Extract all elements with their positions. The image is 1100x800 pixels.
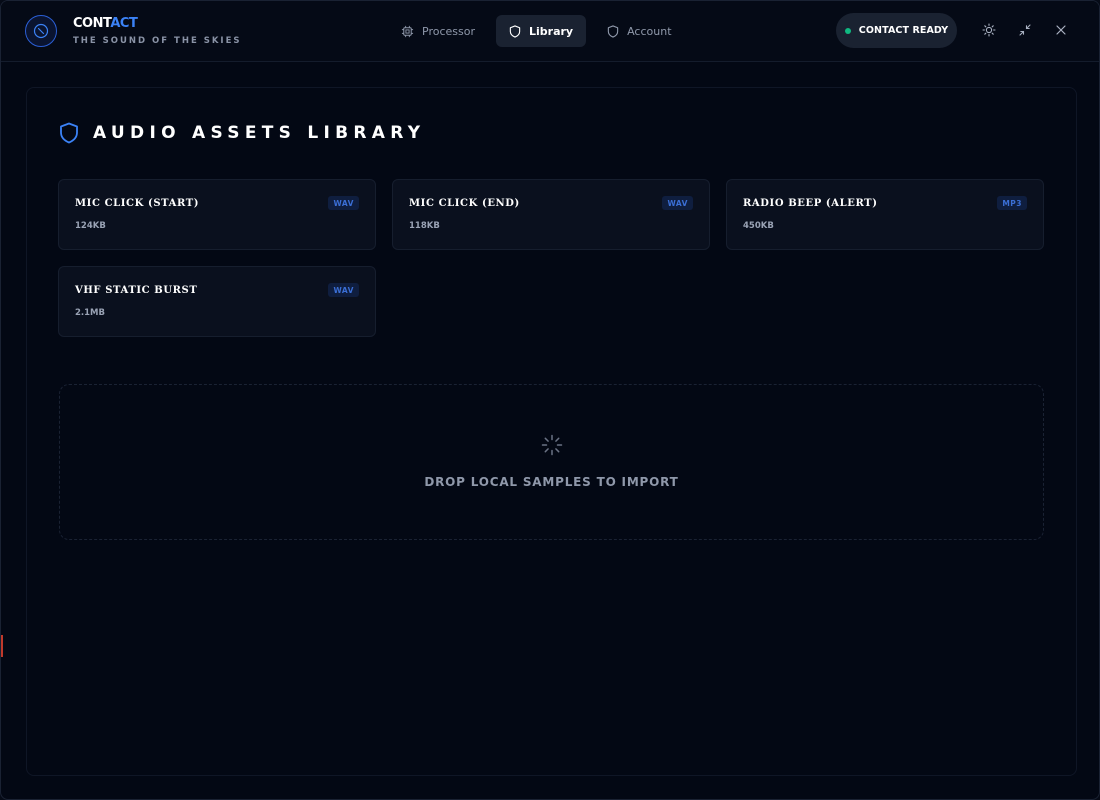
asset-size: 2.1MB <box>75 308 105 318</box>
status-dot <box>844 27 851 34</box>
sun-icon <box>982 23 996 37</box>
tab-label: Library <box>528 24 574 38</box>
app-name-prefix: CONT <box>73 16 111 31</box>
app-tagline: THE SOUND OF THE SKIES <box>73 36 242 46</box>
logo <box>25 15 57 47</box>
loader-icon <box>541 434 563 456</box>
dropzone-label: DROP LOCAL SAMPLES TO IMPORT <box>424 475 679 489</box>
asset-size: 450KB <box>743 221 774 231</box>
import-dropzone[interactable]: DROP LOCAL SAMPLES TO IMPORT <box>59 384 1044 540</box>
page-title-text: AUDIO ASSETS LIBRARY <box>93 123 426 143</box>
page-title: AUDIO ASSETS LIBRARY <box>59 122 425 144</box>
asset-name: VHF STATIC BURST <box>75 285 198 296</box>
asset-card[interactable]: RADIO BEEP (ALERT) 450KB MP3 <box>726 179 1044 250</box>
tab-label: Account <box>627 24 672 38</box>
format-badge: WAV <box>328 196 359 210</box>
asset-name: RADIO BEEP (ALERT) <box>743 198 878 209</box>
main-nav: Processor Library Account <box>388 15 685 47</box>
shield-icon <box>509 24 521 38</box>
asset-size: 118KB <box>409 221 440 231</box>
title-bar: CONTACT THE SOUND OF THE SKIES Processor <box>1 1 1099 62</box>
theme-toggle-button[interactable] <box>980 21 998 39</box>
asset-size: 124KB <box>75 221 106 231</box>
tab-label: Processor <box>422 24 475 38</box>
shield-icon <box>60 122 78 144</box>
format-badge: MP3 <box>997 196 1027 210</box>
close-icon <box>1056 25 1066 35</box>
status-badge[interactable]: CONTACT READY <box>836 13 957 48</box>
asset-name: MIC CLICK (END) <box>409 198 520 209</box>
tab-processor[interactable]: Processor <box>388 15 488 47</box>
app-name-accent: ACT <box>110 16 138 31</box>
app-window: CONTACT THE SOUND OF THE SKIES Processor <box>0 0 1100 800</box>
app-name: CONTACT <box>73 16 242 32</box>
chip-icon <box>401 25 414 37</box>
minimize-button[interactable] <box>1016 21 1034 39</box>
format-badge: WAV <box>328 283 359 297</box>
minimize-arrows-icon <box>1019 24 1031 36</box>
asset-card[interactable]: MIC CLICK (START) 124KB WAV <box>58 179 376 250</box>
asset-card[interactable]: VHF STATIC BURST 2.1MB WAV <box>58 266 376 337</box>
shield-icon <box>607 24 619 38</box>
close-button[interactable] <box>1052 21 1070 39</box>
asset-name: MIC CLICK (START) <box>75 198 200 209</box>
brand: CONTACT THE SOUND OF THE SKIES <box>73 16 242 46</box>
asset-card[interactable]: MIC CLICK (END) 118KB WAV <box>392 179 710 250</box>
tab-library[interactable]: Library <box>495 15 587 47</box>
compass-icon <box>33 23 49 39</box>
format-badge: WAV <box>662 196 693 210</box>
status-label: CONTACT READY <box>858 25 949 36</box>
edge-indicator <box>1 635 3 657</box>
tab-account[interactable]: Account <box>594 15 684 47</box>
